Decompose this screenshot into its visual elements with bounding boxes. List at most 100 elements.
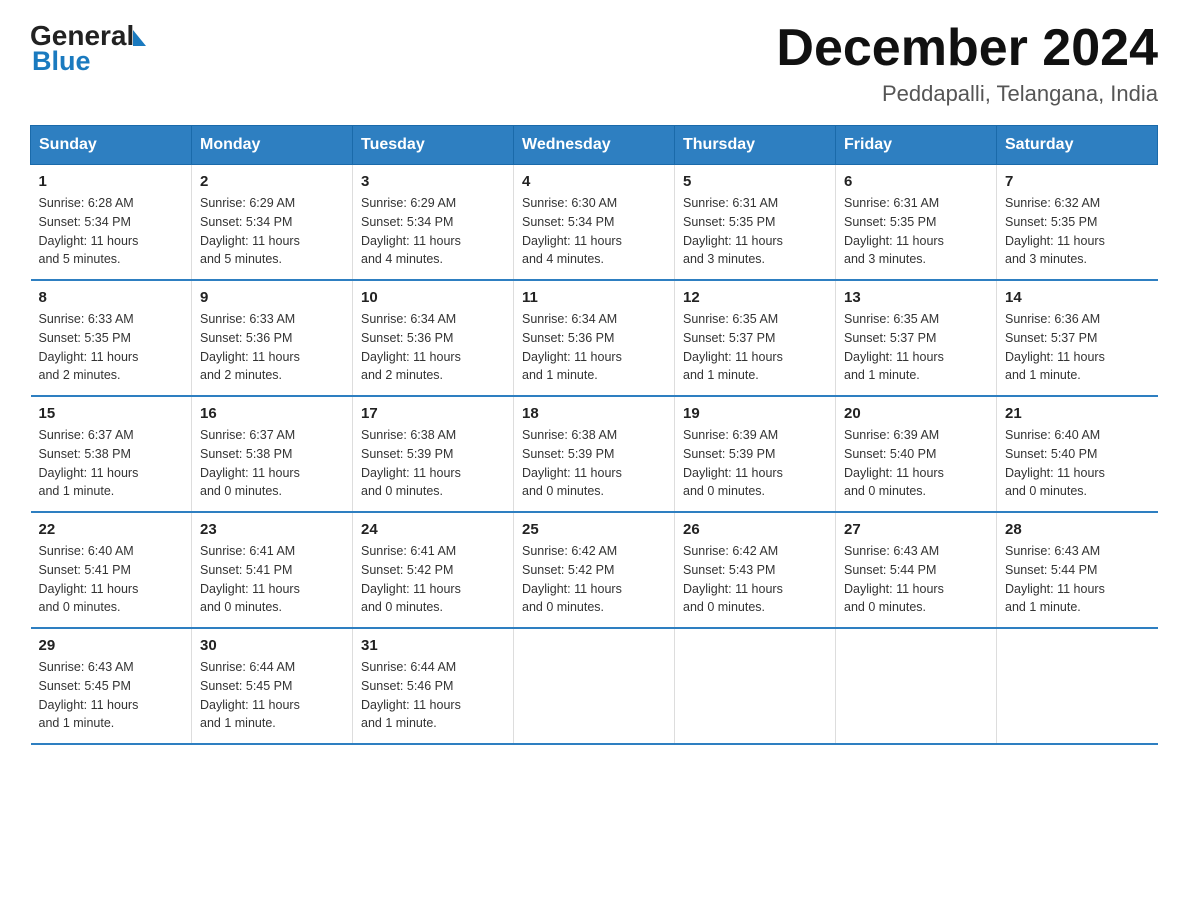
day-info: Sunrise: 6:37 AM Sunset: 5:38 PM Dayligh…: [200, 426, 344, 501]
day-info: Sunrise: 6:33 AM Sunset: 5:36 PM Dayligh…: [200, 310, 344, 385]
calendar-cell: 31 Sunrise: 6:44 AM Sunset: 5:46 PM Dayl…: [353, 628, 514, 744]
calendar-cell: 11 Sunrise: 6:34 AM Sunset: 5:36 PM Dayl…: [514, 280, 675, 396]
header-sunday: Sunday: [31, 126, 192, 165]
week-row-4: 22 Sunrise: 6:40 AM Sunset: 5:41 PM Dayl…: [31, 512, 1158, 628]
calendar-cell: 22 Sunrise: 6:40 AM Sunset: 5:41 PM Dayl…: [31, 512, 192, 628]
calendar-cell: 18 Sunrise: 6:38 AM Sunset: 5:39 PM Dayl…: [514, 396, 675, 512]
day-number: 3: [361, 173, 505, 190]
day-info: Sunrise: 6:30 AM Sunset: 5:34 PM Dayligh…: [522, 194, 666, 269]
day-number: 28: [1005, 521, 1150, 538]
day-number: 24: [361, 521, 505, 538]
day-info: Sunrise: 6:38 AM Sunset: 5:39 PM Dayligh…: [361, 426, 505, 501]
day-number: 20: [844, 405, 988, 422]
calendar-header-row: SundayMondayTuesdayWednesdayThursdayFrid…: [31, 126, 1158, 165]
day-number: 23: [200, 521, 344, 538]
week-row-5: 29 Sunrise: 6:43 AM Sunset: 5:45 PM Dayl…: [31, 628, 1158, 744]
calendar-cell: [836, 628, 997, 744]
calendar-cell: 14 Sunrise: 6:36 AM Sunset: 5:37 PM Dayl…: [997, 280, 1158, 396]
day-info: Sunrise: 6:32 AM Sunset: 5:35 PM Dayligh…: [1005, 194, 1150, 269]
week-row-3: 15 Sunrise: 6:37 AM Sunset: 5:38 PM Dayl…: [31, 396, 1158, 512]
day-number: 22: [39, 521, 184, 538]
day-number: 11: [522, 289, 666, 306]
day-number: 10: [361, 289, 505, 306]
day-info: Sunrise: 6:35 AM Sunset: 5:37 PM Dayligh…: [844, 310, 988, 385]
calendar-cell: 10 Sunrise: 6:34 AM Sunset: 5:36 PM Dayl…: [353, 280, 514, 396]
logo-blue-text: Blue: [32, 46, 91, 77]
day-info: Sunrise: 6:43 AM Sunset: 5:44 PM Dayligh…: [1005, 542, 1150, 617]
calendar-cell: 17 Sunrise: 6:38 AM Sunset: 5:39 PM Dayl…: [353, 396, 514, 512]
header-saturday: Saturday: [997, 126, 1158, 165]
logo-arrow-icon: [133, 30, 146, 46]
calendar-cell: 15 Sunrise: 6:37 AM Sunset: 5:38 PM Dayl…: [31, 396, 192, 512]
calendar-cell: 2 Sunrise: 6:29 AM Sunset: 5:34 PM Dayli…: [192, 165, 353, 281]
calendar-cell: 7 Sunrise: 6:32 AM Sunset: 5:35 PM Dayli…: [997, 165, 1158, 281]
header-friday: Friday: [836, 126, 997, 165]
day-info: Sunrise: 6:43 AM Sunset: 5:44 PM Dayligh…: [844, 542, 988, 617]
day-info: Sunrise: 6:34 AM Sunset: 5:36 PM Dayligh…: [522, 310, 666, 385]
day-number: 16: [200, 405, 344, 422]
day-info: Sunrise: 6:39 AM Sunset: 5:39 PM Dayligh…: [683, 426, 827, 501]
day-number: 29: [39, 637, 184, 654]
day-number: 21: [1005, 405, 1150, 422]
calendar-cell: 24 Sunrise: 6:41 AM Sunset: 5:42 PM Dayl…: [353, 512, 514, 628]
week-row-1: 1 Sunrise: 6:28 AM Sunset: 5:34 PM Dayli…: [31, 165, 1158, 281]
calendar-cell: 8 Sunrise: 6:33 AM Sunset: 5:35 PM Dayli…: [31, 280, 192, 396]
day-number: 18: [522, 405, 666, 422]
day-number: 13: [844, 289, 988, 306]
day-info: Sunrise: 6:35 AM Sunset: 5:37 PM Dayligh…: [683, 310, 827, 385]
location-title: Peddapalli, Telangana, India: [776, 81, 1158, 107]
calendar-cell: 9 Sunrise: 6:33 AM Sunset: 5:36 PM Dayli…: [192, 280, 353, 396]
day-number: 5: [683, 173, 827, 190]
day-info: Sunrise: 6:43 AM Sunset: 5:45 PM Dayligh…: [39, 658, 184, 733]
week-row-2: 8 Sunrise: 6:33 AM Sunset: 5:35 PM Dayli…: [31, 280, 1158, 396]
day-info: Sunrise: 6:40 AM Sunset: 5:40 PM Dayligh…: [1005, 426, 1150, 501]
day-number: 15: [39, 405, 184, 422]
day-info: Sunrise: 6:36 AM Sunset: 5:37 PM Dayligh…: [1005, 310, 1150, 385]
day-number: 9: [200, 289, 344, 306]
calendar-cell: 13 Sunrise: 6:35 AM Sunset: 5:37 PM Dayl…: [836, 280, 997, 396]
day-number: 2: [200, 173, 344, 190]
calendar-cell: 21 Sunrise: 6:40 AM Sunset: 5:40 PM Dayl…: [997, 396, 1158, 512]
day-number: 30: [200, 637, 344, 654]
calendar-cell: 1 Sunrise: 6:28 AM Sunset: 5:34 PM Dayli…: [31, 165, 192, 281]
day-number: 17: [361, 405, 505, 422]
page-header: General Blue December 2024 Peddapalli, T…: [30, 20, 1158, 107]
calendar-cell: 29 Sunrise: 6:43 AM Sunset: 5:45 PM Dayl…: [31, 628, 192, 744]
day-info: Sunrise: 6:40 AM Sunset: 5:41 PM Dayligh…: [39, 542, 184, 617]
calendar-cell: 27 Sunrise: 6:43 AM Sunset: 5:44 PM Dayl…: [836, 512, 997, 628]
day-info: Sunrise: 6:34 AM Sunset: 5:36 PM Dayligh…: [361, 310, 505, 385]
day-number: 4: [522, 173, 666, 190]
header-monday: Monday: [192, 126, 353, 165]
day-info: Sunrise: 6:44 AM Sunset: 5:45 PM Dayligh…: [200, 658, 344, 733]
calendar-cell: 16 Sunrise: 6:37 AM Sunset: 5:38 PM Dayl…: [192, 396, 353, 512]
day-info: Sunrise: 6:29 AM Sunset: 5:34 PM Dayligh…: [361, 194, 505, 269]
calendar-cell: 20 Sunrise: 6:39 AM Sunset: 5:40 PM Dayl…: [836, 396, 997, 512]
day-number: 6: [844, 173, 988, 190]
day-number: 1: [39, 173, 184, 190]
day-info: Sunrise: 6:42 AM Sunset: 5:43 PM Dayligh…: [683, 542, 827, 617]
day-info: Sunrise: 6:39 AM Sunset: 5:40 PM Dayligh…: [844, 426, 988, 501]
calendar-cell: [514, 628, 675, 744]
calendar-cell: 3 Sunrise: 6:29 AM Sunset: 5:34 PM Dayli…: [353, 165, 514, 281]
header-thursday: Thursday: [675, 126, 836, 165]
day-number: 31: [361, 637, 505, 654]
logo: General Blue: [30, 20, 146, 77]
calendar-cell: 25 Sunrise: 6:42 AM Sunset: 5:42 PM Dayl…: [514, 512, 675, 628]
day-number: 7: [1005, 173, 1150, 190]
day-number: 27: [844, 521, 988, 538]
day-info: Sunrise: 6:31 AM Sunset: 5:35 PM Dayligh…: [683, 194, 827, 269]
day-info: Sunrise: 6:41 AM Sunset: 5:41 PM Dayligh…: [200, 542, 344, 617]
calendar-cell: 26 Sunrise: 6:42 AM Sunset: 5:43 PM Dayl…: [675, 512, 836, 628]
day-info: Sunrise: 6:38 AM Sunset: 5:39 PM Dayligh…: [522, 426, 666, 501]
calendar-table: SundayMondayTuesdayWednesdayThursdayFrid…: [30, 125, 1158, 745]
calendar-cell: [675, 628, 836, 744]
day-info: Sunrise: 6:31 AM Sunset: 5:35 PM Dayligh…: [844, 194, 988, 269]
day-number: 26: [683, 521, 827, 538]
day-number: 12: [683, 289, 827, 306]
calendar-cell: 30 Sunrise: 6:44 AM Sunset: 5:45 PM Dayl…: [192, 628, 353, 744]
day-number: 19: [683, 405, 827, 422]
header-tuesday: Tuesday: [353, 126, 514, 165]
calendar-cell: [997, 628, 1158, 744]
day-number: 8: [39, 289, 184, 306]
day-info: Sunrise: 6:37 AM Sunset: 5:38 PM Dayligh…: [39, 426, 184, 501]
